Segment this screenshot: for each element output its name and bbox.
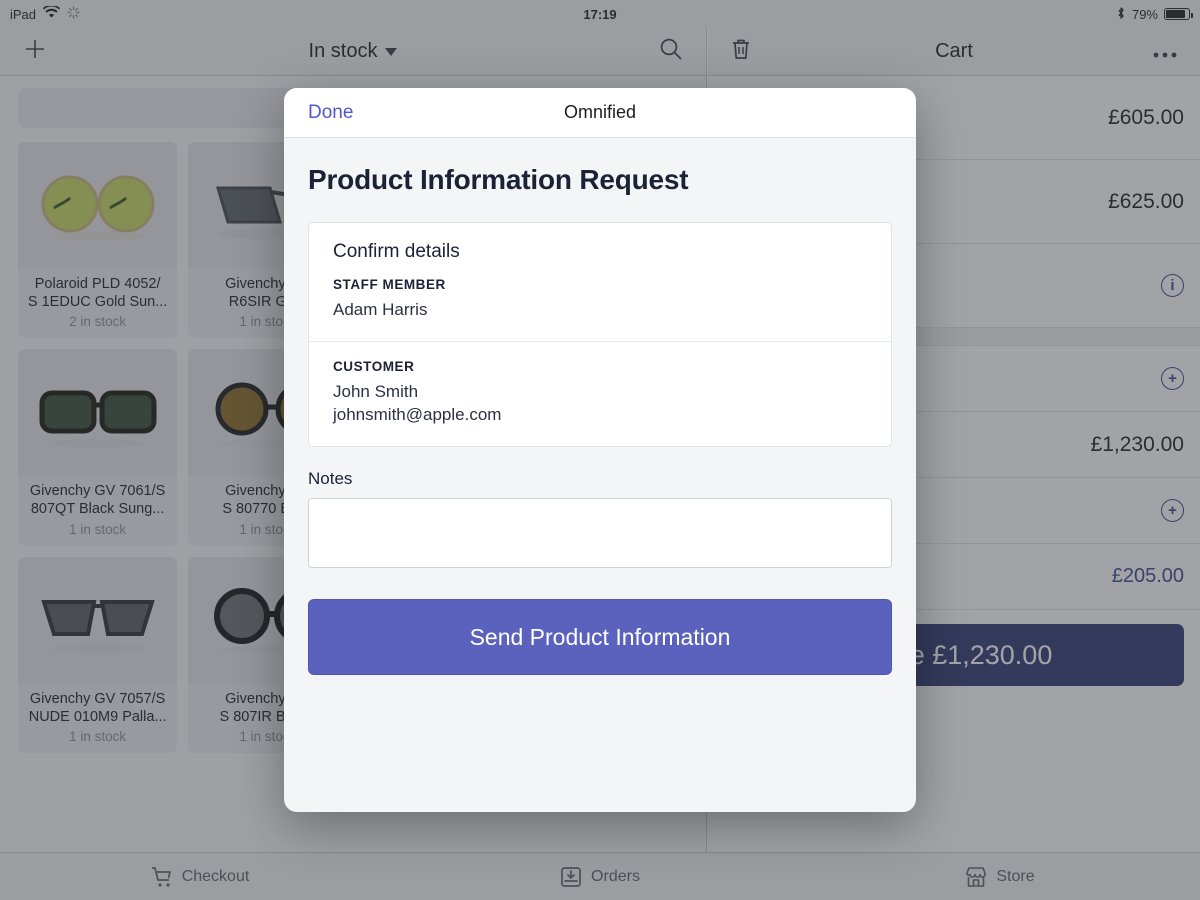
storefront-icon [965,866,987,888]
plus-circle-icon[interactable]: + [1161,367,1184,390]
product-title: Polaroid PLD 4052/ S 1EDUC Gold Sun... [26,275,169,311]
chevron-down-icon [385,48,397,56]
product-stock: 1 in stock [26,729,169,744]
bluetooth-icon [1116,6,1126,23]
modal-heading: Product Information Request [308,164,892,196]
battery-icon [1164,8,1190,20]
cart-navbar: Cart [708,28,1200,76]
product-title: Givenchy GV 7061/S 807QT Black Sung... [26,482,169,518]
product-card[interactable]: Givenchy GV 7057/S NUDE 010M9 Palla... 1… [18,557,177,753]
cart-item-price: £605.00 [1108,106,1184,130]
product-information-request-modal: Done Omnified Product Information Reques… [284,88,916,812]
trash-icon[interactable] [730,37,752,66]
product-card-body: Givenchy GV 7057/S NUDE 010M9 Palla... 1… [18,684,177,753]
stock-filter-label: In stock [309,40,378,63]
inbox-download-icon [560,866,582,888]
modal-title: Omnified [284,102,916,123]
send-product-information-button[interactable]: Send Product Information [308,599,892,675]
plus-icon[interactable] [22,36,48,67]
product-title: Givenchy GV 7057/S NUDE 010M9 Palla... [26,690,169,726]
info-circle-icon[interactable]: i [1161,274,1184,297]
tab-orders[interactable]: Orders [400,866,800,888]
customer-name: John Smith [333,381,867,403]
cart-tax-value: £205.00 [1112,565,1184,588]
product-card[interactable]: Polaroid PLD 4052/ S 1EDUC Gold Sun... 2… [18,142,177,338]
shopping-cart-icon [151,866,173,888]
products-navbar: In stock [0,28,706,76]
product-stock: 2 in stock [26,314,169,329]
more-horizontal-icon[interactable] [1152,40,1178,64]
staff-member-value: Adam Harris [333,299,867,321]
cart-item-price: £625.00 [1108,190,1184,214]
staff-member-label: STAFF MEMBER [333,277,867,292]
product-stock: 1 in stock [26,522,169,537]
confirm-details-panel: Confirm details STAFF MEMBER Adam Harris… [308,222,892,447]
search-icon[interactable] [658,36,684,67]
bottom-tab-bar: Checkout Orders Store [0,852,1200,900]
customer-email: johnsmith@apple.com [333,404,867,426]
round-green-lens-sunglasses-icon [18,142,177,269]
done-button[interactable]: Done [308,102,353,124]
plus-circle-icon[interactable]: + [1161,499,1184,522]
stock-filter-dropdown[interactable]: In stock [0,40,706,63]
status-bar-right: 79% [1116,6,1190,23]
modal-body: Product Information Request Confirm deta… [284,138,916,812]
product-card-body: Givenchy GV 7061/S 807QT Black Sung... 1… [18,476,177,545]
notes-input[interactable] [308,498,892,568]
confirm-details-heading: Confirm details [309,223,891,277]
tab-store-label: Store [996,868,1034,886]
tab-checkout[interactable]: Checkout [0,866,400,888]
status-bar: iPad 17:19 79% [0,0,1200,28]
status-bar-time: 17:19 [0,7,1200,22]
modal-navbar: Done Omnified [284,88,916,138]
tab-orders-label: Orders [591,868,640,886]
cart-title: Cart [708,40,1200,63]
product-card[interactable]: Givenchy GV 7061/S 807QT Black Sung... 1… [18,349,177,545]
black-square-sunglasses-icon [18,349,177,476]
staff-member-section: STAFF MEMBER Adam Harris [309,277,891,341]
app-root: iPad 17:19 79% [0,0,1200,900]
battery-percent: 79% [1132,7,1158,22]
tab-checkout-label: Checkout [182,868,250,886]
cart-subtotal-value: £1,230.00 [1091,433,1184,457]
notes-label: Notes [308,469,892,489]
customer-section: CUSTOMER John Smith johnsmith@apple.com [309,341,891,446]
customer-label: CUSTOMER [333,359,867,374]
product-card-body: Polaroid PLD 4052/ S 1EDUC Gold Sun... 2… [18,269,177,338]
tab-store[interactable]: Store [800,866,1200,888]
aviator-sunglasses-icon [18,557,177,684]
